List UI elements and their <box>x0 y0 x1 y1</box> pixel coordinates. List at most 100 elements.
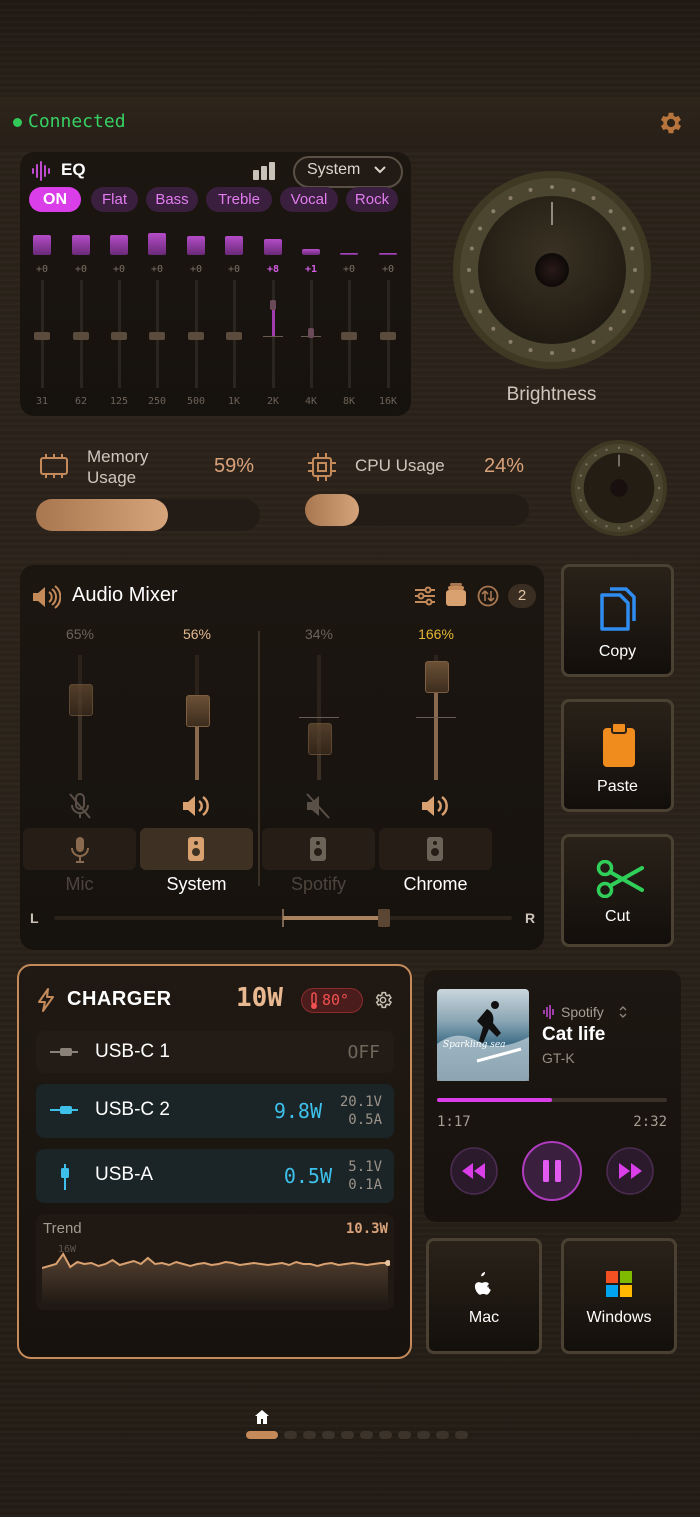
pause-button[interactable] <box>521 1140 583 1202</box>
knob-tick-dot <box>550 351 554 355</box>
eq-band-gain: +0 <box>227 264 241 275</box>
eq-band-gain: +0 <box>112 264 126 275</box>
usb-a-plug-icon <box>61 1164 69 1190</box>
eq-band-freq: 250 <box>147 396 167 407</box>
eq-band-freq: 500 <box>186 396 206 407</box>
preset-bass[interactable]: Bass <box>146 187 198 212</box>
charger-settings-gear-icon[interactable] <box>373 990 393 1010</box>
apple-logo-icon <box>474 1272 491 1295</box>
port-usb-c-2-volts: 20.1V <box>339 1094 382 1110</box>
knob-tick-dot <box>469 246 474 251</box>
cpu-usage-label: CPU Usage <box>355 456 445 475</box>
channel-fader-handle[interactable] <box>186 695 210 727</box>
eq-band-handle[interactable] <box>73 332 89 340</box>
preset-flat[interactable]: Flat <box>91 187 138 212</box>
eq-band-handle[interactable] <box>34 332 50 340</box>
settings-gear-icon[interactable] <box>657 109 685 137</box>
knob-tick-dot <box>656 474 659 477</box>
channel-name: Mic <box>65 874 94 894</box>
knob-tick-dot <box>658 486 661 490</box>
small-knob[interactable] <box>570 439 668 537</box>
channel-name: Chrome <box>403 874 468 894</box>
brightness-knob[interactable] <box>452 170 652 370</box>
mixer-count-badge: 2 <box>508 584 536 608</box>
page-dot[interactable] <box>303 1431 316 1439</box>
channel-fader-handle[interactable] <box>308 722 332 755</box>
memory-usage-label-line2: Usage <box>87 468 137 487</box>
page-dot[interactable] <box>322 1431 335 1439</box>
media-source[interactable]: Spotify <box>561 1004 604 1020</box>
eq-band-handle[interactable] <box>380 332 396 340</box>
eq-band-freq: 62 <box>74 396 88 407</box>
speaker-on-icon[interactable] <box>420 792 452 820</box>
knob-tick-dot <box>591 196 596 201</box>
sliders-icon[interactable] <box>414 586 436 606</box>
copy-icon <box>600 587 636 631</box>
connection-status-dot <box>13 118 22 127</box>
eq-on-toggle[interactable]: ON <box>29 187 81 212</box>
eq-band-gain: +0 <box>381 264 395 275</box>
eq-band-handle[interactable] <box>270 300 276 310</box>
page-dot[interactable] <box>436 1431 449 1439</box>
speaker-muted-icon[interactable] <box>303 792 335 820</box>
knob-tick-dot <box>641 519 644 522</box>
brightness-label: Brightness <box>506 384 597 405</box>
rewind-button[interactable] <box>450 1147 498 1195</box>
charger-title: CHARGER <box>67 988 172 1010</box>
windows-logo-icon <box>606 1271 632 1297</box>
eq-band-handle[interactable] <box>226 332 242 340</box>
page-dot[interactable] <box>341 1431 354 1439</box>
knob-tick-dot <box>594 454 597 457</box>
track-artist: GT-K <box>542 1050 575 1066</box>
preset-treble[interactable]: Treble <box>206 187 272 212</box>
page-dot[interactable] <box>398 1431 411 1439</box>
speaker-on-icon[interactable] <box>181 792 213 820</box>
layers-icon[interactable] <box>445 583 467 607</box>
preset-rock[interactable]: Rock <box>346 187 398 212</box>
eq-band-gain: +1 <box>304 264 318 275</box>
eq-band-handle[interactable] <box>308 328 314 338</box>
eq-band-handle[interactable] <box>341 332 357 340</box>
eq-band-handle[interactable] <box>111 332 127 340</box>
mic-muted-icon[interactable] <box>64 792 96 820</box>
eq-band-handle[interactable] <box>188 332 204 340</box>
bar-chart-icon[interactable] <box>252 162 276 180</box>
copy-label: Copy <box>598 643 637 660</box>
usb-c-plug-icon <box>50 1048 78 1056</box>
channel-volume-pct: 65% <box>65 626 95 642</box>
eq-band-level-2K <box>264 239 282 255</box>
elapsed-time: 1:17 <box>437 1114 471 1130</box>
audio-mixer-title: Audio Mixer <box>72 584 178 606</box>
eq-band-handle[interactable] <box>149 332 165 340</box>
memory-usage-bar <box>36 499 260 531</box>
page-dot[interactable] <box>379 1431 392 1439</box>
home-icon[interactable] <box>254 1409 270 1425</box>
knob-tick-dot <box>656 499 659 502</box>
channel-fader-handle[interactable] <box>425 661 449 694</box>
fast-forward-button[interactable] <box>606 1147 654 1195</box>
page-dot[interactable] <box>360 1431 373 1439</box>
knob-tick-dot <box>585 510 588 513</box>
balance-handle[interactable] <box>377 909 390 927</box>
page-dot[interactable] <box>417 1431 430 1439</box>
page-dot[interactable] <box>284 1431 297 1439</box>
knob-tick-dot <box>571 348 576 353</box>
eq-band-gain: +0 <box>35 264 49 275</box>
knob-tick-dot <box>478 309 483 314</box>
port-usb-a-watts: 0.5W <box>283 1164 332 1188</box>
swap-icon[interactable] <box>477 585 499 607</box>
channel-fader-handle[interactable] <box>69 683 93 716</box>
speaker-icon <box>33 585 61 609</box>
page-dot[interactable] <box>246 1431 278 1439</box>
preset-vocal[interactable]: Vocal <box>280 187 338 212</box>
port-usb-c-2-amps: 0.5A <box>348 1112 382 1128</box>
media-progress-bar[interactable] <box>437 1098 667 1102</box>
mac-label: Mac <box>468 1309 500 1326</box>
page-dot[interactable] <box>455 1431 468 1439</box>
knob-tick-dot <box>467 268 471 272</box>
track-title: Cat life <box>542 1024 606 1045</box>
channel-volume-pct: 56% <box>182 626 212 642</box>
channel-name: System <box>166 874 227 894</box>
paste-clipboard-icon <box>603 722 635 767</box>
speaker-device-icon <box>187 836 205 867</box>
